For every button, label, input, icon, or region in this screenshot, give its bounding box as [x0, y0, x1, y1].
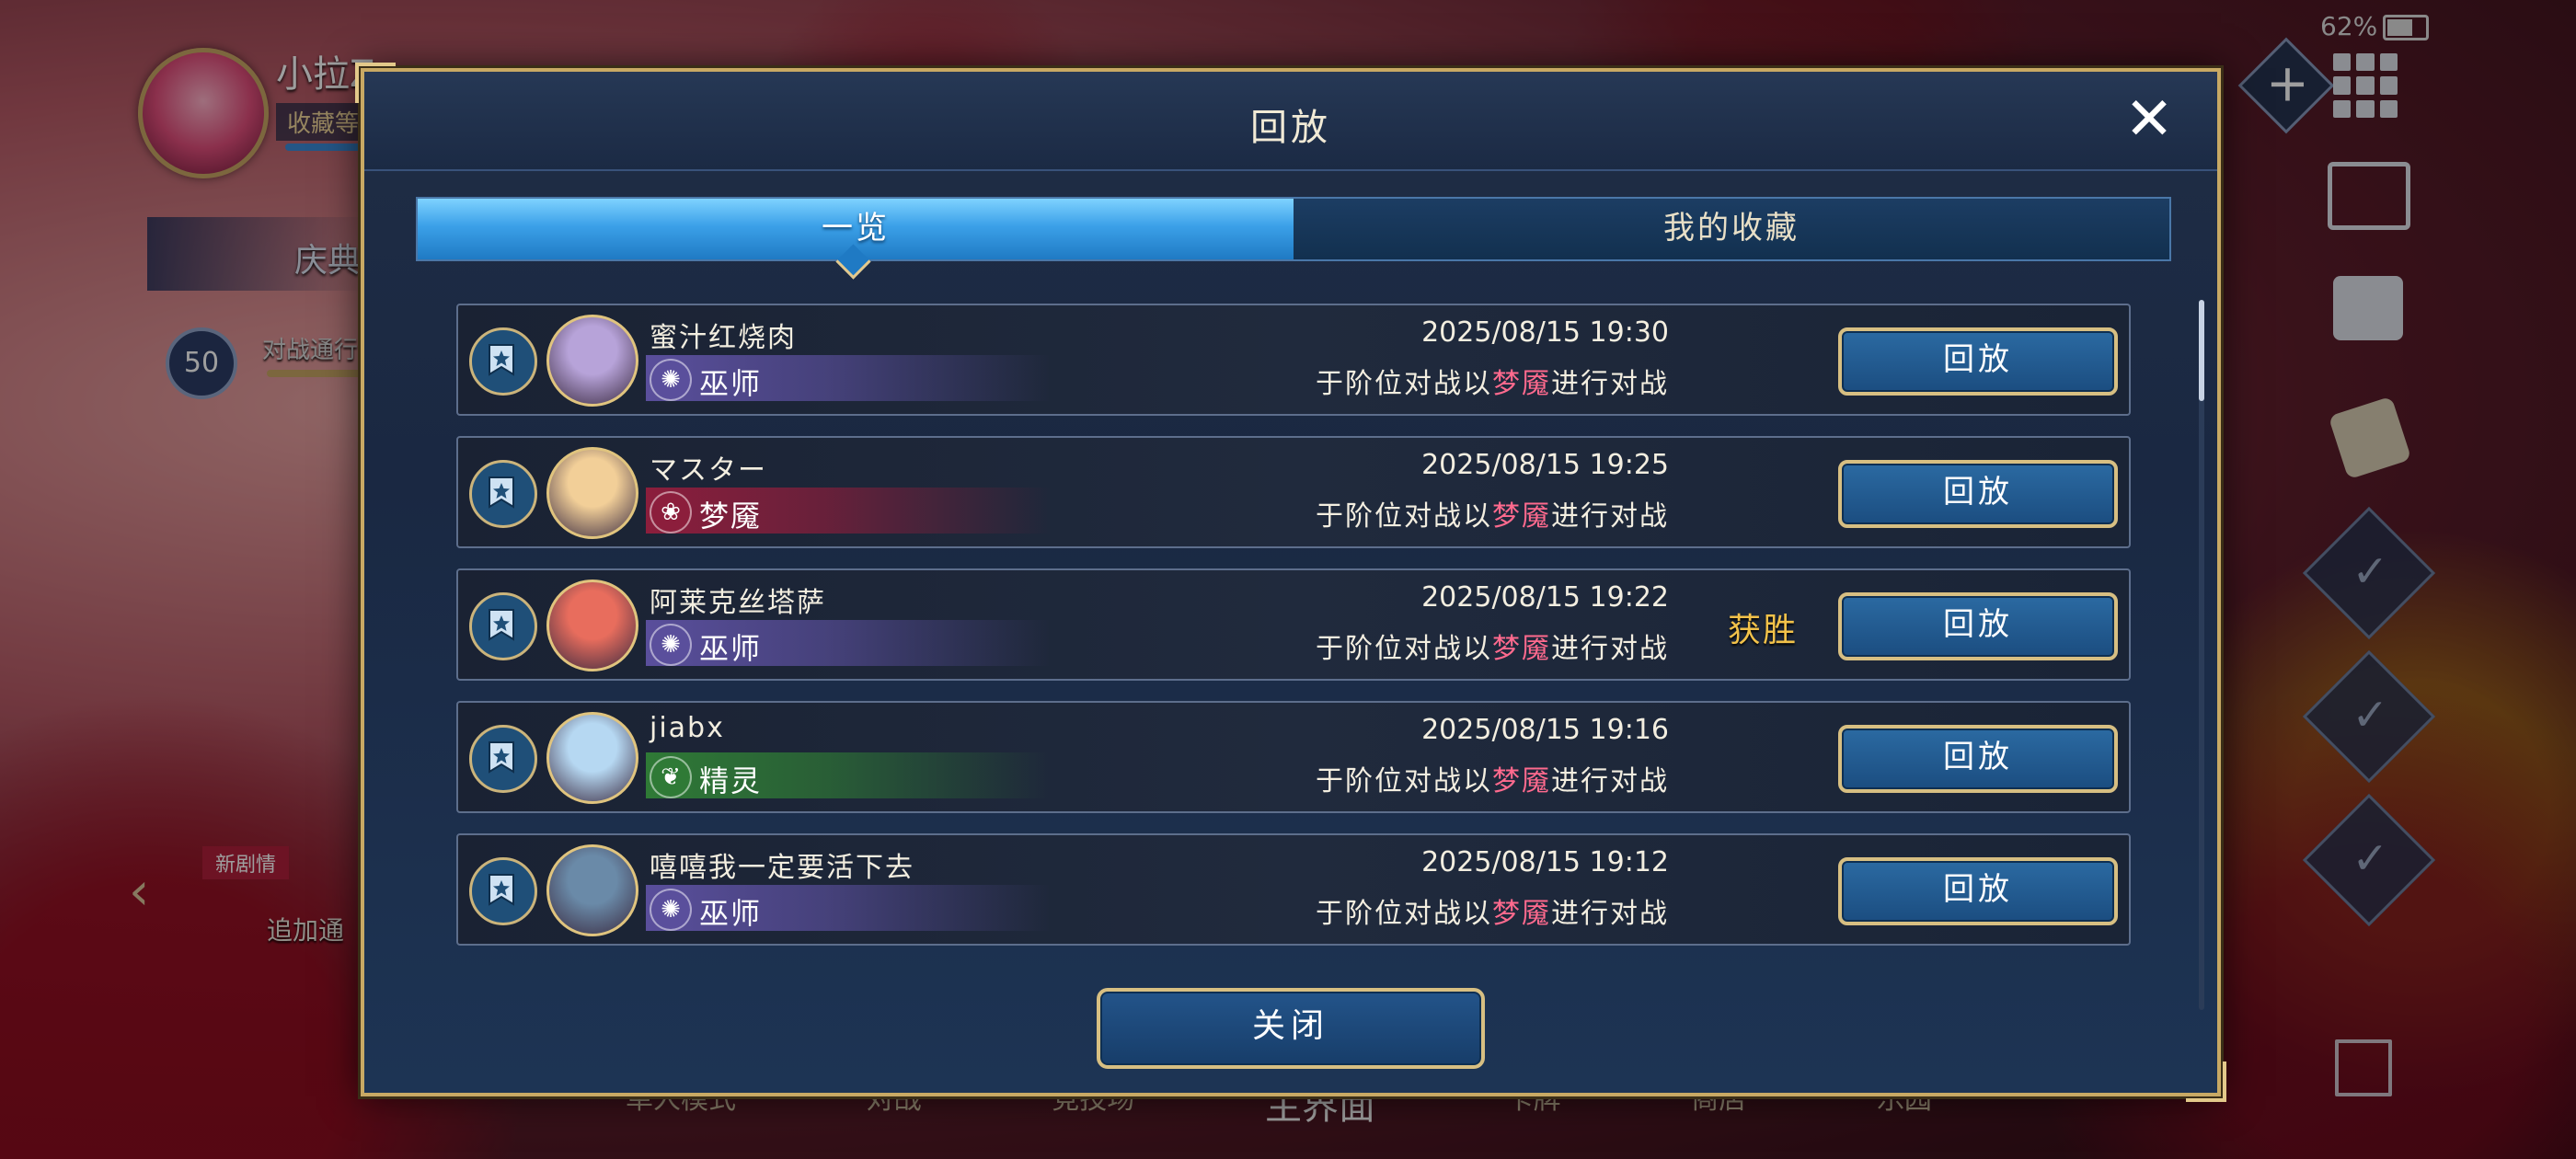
match-description: 于阶位对战以梦魇进行对战 [1316, 758, 1669, 798]
class-strip: ❀ 梦魇 [646, 488, 1051, 534]
bookmark-star-icon [489, 741, 514, 774]
tab-overview[interactable]: 一览 [418, 199, 1294, 259]
replay-button[interactable]: 回放 [1838, 592, 2118, 660]
class-icon: ❦ [650, 756, 692, 798]
class-icon: ✺ [650, 624, 692, 666]
match-datetime: 2025/08/15 19:12 [1421, 846, 1669, 878]
favorite-bookmark-button[interactable] [469, 592, 537, 660]
desc-prefix: 于阶位对战以 [1316, 765, 1492, 798]
match-description: 于阶位对战以梦魇进行对战 [1316, 625, 1669, 666]
opponent-name: マスター [650, 454, 767, 487]
replay-dialog: 回放 ✕ 一览 我的收藏 蜜汁红烧肉 ✺ 巫师 2025/08/15 19:30… [355, 63, 2226, 1102]
replay-button[interactable]: 回放 [1838, 460, 2118, 528]
match-description: 于阶位对战以梦魇进行对战 [1316, 493, 1669, 534]
bookmark-star-icon [489, 344, 514, 376]
dialog-title: 回放 [1250, 107, 1331, 149]
bookmark-star-icon [489, 476, 514, 509]
class-name: 巫师 [699, 631, 763, 666]
opponent-avatar [546, 712, 638, 804]
desc-prefix: 于阶位对战以 [1316, 898, 1492, 930]
favorite-bookmark-button[interactable] [469, 725, 537, 793]
dialog-header: 回放 ✕ [364, 72, 2217, 171]
replay-button[interactable]: 回放 [1838, 327, 2118, 396]
desc-prefix: 于阶位对战以 [1316, 633, 1492, 665]
class-name: 巫师 [699, 896, 763, 931]
desc-highlight-class: 梦魇 [1492, 368, 1551, 400]
replay-button[interactable]: 回放 [1838, 725, 2118, 793]
match-description: 于阶位对战以梦魇进行对战 [1316, 361, 1669, 401]
opponent-name: 阿莱克丝塔萨 [650, 587, 826, 619]
class-strip: ✺ 巫师 [646, 355, 1051, 401]
class-strip: ✺ 巫师 [646, 885, 1051, 931]
desc-suffix: 进行对战 [1551, 765, 1669, 798]
match-datetime: 2025/08/15 19:16 [1421, 714, 1669, 746]
class-icon: ✺ [650, 359, 692, 401]
desc-suffix: 进行对战 [1551, 500, 1669, 533]
match-datetime: 2025/08/15 19:30 [1421, 316, 1669, 349]
class-icon: ❀ [650, 491, 692, 534]
match-datetime: 2025/08/15 19:25 [1421, 449, 1669, 481]
class-icon: ✺ [650, 889, 692, 931]
tab-my-favorites[interactable]: 我的收藏 [1294, 199, 2169, 259]
opponent-avatar [546, 447, 638, 539]
class-name: 巫师 [699, 366, 763, 401]
class-name: 梦魇 [699, 499, 763, 534]
replay-list-scrollbar[interactable] [2199, 300, 2204, 1010]
replay-row: 蜜汁红烧肉 ✺ 巫师 2025/08/15 19:30 于阶位对战以梦魇进行对战… [456, 304, 2131, 416]
replay-list[interactable]: 蜜汁红烧肉 ✺ 巫师 2025/08/15 19:30 于阶位对战以梦魇进行对战… [456, 304, 2131, 1003]
replay-row: jiabx ❦ 精灵 2025/08/15 19:16 于阶位对战以梦魇进行对战… [456, 701, 2131, 813]
desc-suffix: 进行对战 [1551, 898, 1669, 930]
opponent-avatar [546, 580, 638, 671]
opponent-name: 嘻嘻我一定要活下去 [650, 852, 914, 884]
bookmark-star-icon [489, 874, 514, 906]
favorite-bookmark-button[interactable] [469, 460, 537, 528]
class-strip: ❦ 精灵 [646, 752, 1051, 798]
opponent-avatar [546, 315, 638, 407]
opponent-name: jiabx [650, 712, 725, 744]
desc-suffix: 进行对战 [1551, 633, 1669, 665]
desc-highlight-class: 梦魇 [1492, 633, 1551, 665]
replay-row: マスター ❀ 梦魇 2025/08/15 19:25 于阶位对战以梦魇进行对战 … [456, 436, 2131, 548]
desc-prefix: 于阶位对战以 [1316, 368, 1492, 400]
scrollbar-thumb[interactable] [2199, 300, 2204, 401]
replay-tabs: 一览 我的收藏 [416, 197, 2171, 261]
opponent-name: 蜜汁红烧肉 [650, 322, 797, 354]
desc-suffix: 进行对战 [1551, 368, 1669, 400]
bookmark-star-icon [489, 609, 514, 641]
desc-highlight-class: 梦魇 [1492, 500, 1551, 533]
class-strip: ✺ 巫师 [646, 620, 1051, 666]
close-icon[interactable]: ✕ [2122, 90, 2177, 149]
desc-highlight-class: 梦魇 [1492, 898, 1551, 930]
desc-highlight-class: 梦魇 [1492, 765, 1551, 798]
opponent-avatar [546, 844, 638, 936]
match-description: 于阶位对战以梦魇进行对战 [1316, 890, 1669, 931]
replay-button[interactable]: 回放 [1838, 857, 2118, 925]
close-button[interactable]: 关闭 [1097, 988, 1485, 1069]
favorite-bookmark-button[interactable] [469, 327, 537, 396]
favorite-bookmark-button[interactable] [469, 857, 537, 925]
desc-prefix: 于阶位对战以 [1316, 500, 1492, 533]
match-result: 获胜 [1727, 612, 1798, 649]
replay-row: 阿莱克丝塔萨 ✺ 巫师 2025/08/15 19:22 于阶位对战以梦魇进行对… [456, 568, 2131, 681]
match-datetime: 2025/08/15 19:22 [1421, 581, 1669, 614]
replay-row: 嘻嘻我一定要活下去 ✺ 巫师 2025/08/15 19:12 于阶位对战以梦魇… [456, 833, 2131, 946]
class-name: 精灵 [699, 763, 763, 798]
